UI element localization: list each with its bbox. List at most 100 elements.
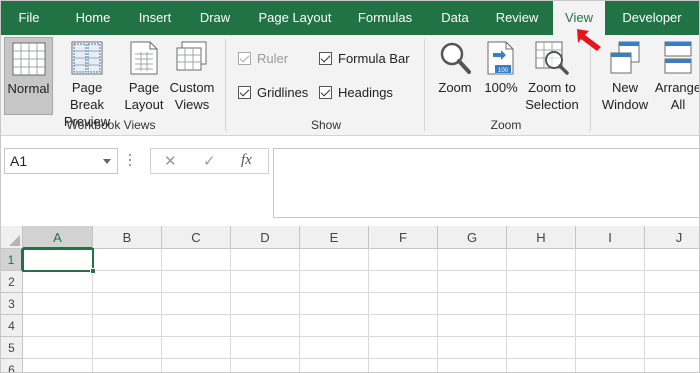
column-header[interactable]: I [576, 226, 645, 249]
cell[interactable] [23, 271, 93, 293]
cell[interactable] [231, 293, 300, 315]
page-layout-view-button[interactable]: Page Layout [121, 37, 167, 115]
cell[interactable] [645, 337, 699, 359]
cell[interactable] [576, 293, 645, 315]
cell[interactable] [369, 249, 438, 271]
formula-bar-checkbox[interactable]: Formula Bar [319, 50, 419, 68]
cell[interactable] [300, 271, 369, 293]
column-header[interactable]: E [300, 226, 369, 249]
row-header[interactable]: 2 [1, 271, 23, 293]
cancel-icon[interactable]: ✕ [164, 152, 177, 170]
insert-function-icon[interactable]: fx [241, 152, 252, 169]
cell[interactable] [507, 359, 576, 372]
formula-input[interactable] [273, 148, 699, 218]
normal-view-button[interactable]: Normal [4, 37, 53, 115]
cell[interactable] [645, 293, 699, 315]
tab-page-layout[interactable]: Page Layout [251, 1, 339, 35]
cell[interactable] [162, 271, 231, 293]
cell[interactable] [93, 293, 162, 315]
column-header[interactable]: F [369, 226, 438, 249]
row-header[interactable]: 3 [1, 293, 23, 315]
cell[interactable] [507, 249, 576, 271]
cell[interactable] [23, 359, 93, 372]
cell[interactable] [645, 315, 699, 337]
cell[interactable] [507, 293, 576, 315]
fill-handle[interactable] [90, 268, 96, 274]
row-header[interactable]: 4 [1, 315, 23, 337]
ruler-checkbox[interactable]: Ruler [238, 50, 308, 68]
zoom-100-button[interactable]: 100 100% [481, 37, 521, 115]
cell[interactable] [576, 359, 645, 372]
column-header[interactable]: H [507, 226, 576, 249]
column-header[interactable]: A [23, 226, 93, 249]
tab-draw[interactable]: Draw [191, 1, 239, 35]
cell[interactable] [231, 249, 300, 271]
cell[interactable] [300, 293, 369, 315]
cell[interactable] [438, 249, 507, 271]
cell[interactable] [93, 337, 162, 359]
cell[interactable] [23, 293, 93, 315]
cell[interactable] [23, 315, 93, 337]
cell[interactable] [438, 337, 507, 359]
custom-views-button[interactable]: Custom Views [167, 37, 217, 115]
cell[interactable] [300, 359, 369, 372]
cell[interactable] [162, 293, 231, 315]
cell[interactable] [300, 337, 369, 359]
tab-formulas[interactable]: Formulas [349, 1, 421, 35]
active-cell-a1[interactable] [22, 248, 94, 272]
cell[interactable] [645, 271, 699, 293]
zoom-button[interactable]: Zoom [433, 37, 477, 115]
cell[interactable] [162, 315, 231, 337]
tab-review[interactable]: Review [489, 1, 545, 35]
cell[interactable] [576, 315, 645, 337]
cell[interactable] [438, 315, 507, 337]
cell[interactable] [645, 359, 699, 372]
column-header[interactable]: D [231, 226, 300, 249]
cell[interactable] [93, 359, 162, 372]
tab-file[interactable]: File [11, 1, 47, 35]
cell[interactable] [576, 271, 645, 293]
name-box[interactable]: A1 [4, 148, 118, 174]
cell[interactable] [231, 359, 300, 372]
cell[interactable] [369, 337, 438, 359]
tab-data[interactable]: Data [433, 1, 477, 35]
cell[interactable] [438, 271, 507, 293]
cell[interactable] [369, 293, 438, 315]
tab-home[interactable]: Home [65, 1, 121, 35]
cell[interactable] [438, 293, 507, 315]
column-header[interactable]: C [162, 226, 231, 249]
cell[interactable] [93, 249, 162, 271]
cell[interactable] [162, 337, 231, 359]
cell[interactable] [300, 249, 369, 271]
enter-icon[interactable]: ✓ [203, 152, 216, 170]
cell[interactable] [576, 249, 645, 271]
cell[interactable] [162, 249, 231, 271]
cell[interactable] [231, 337, 300, 359]
cell[interactable] [507, 271, 576, 293]
cell[interactable] [369, 271, 438, 293]
cell[interactable] [369, 359, 438, 372]
arrange-all-button[interactable]: Arrange All [653, 37, 699, 115]
tab-insert[interactable]: Insert [129, 1, 181, 35]
resize-handle-icon[interactable] [129, 154, 132, 168]
page-break-preview-button[interactable]: Page Break Preview [54, 37, 120, 129]
cell[interactable] [300, 315, 369, 337]
cell[interactable] [93, 315, 162, 337]
cell[interactable] [369, 315, 438, 337]
new-window-button[interactable]: New Window [597, 37, 653, 115]
cell[interactable] [438, 359, 507, 372]
cell[interactable] [93, 271, 162, 293]
chevron-down-icon[interactable] [103, 159, 111, 164]
column-header[interactable]: J [645, 226, 699, 249]
cell[interactable] [231, 271, 300, 293]
cell[interactable] [507, 337, 576, 359]
cell[interactable] [576, 337, 645, 359]
headings-checkbox[interactable]: Headings [319, 84, 409, 102]
column-header[interactable]: G [438, 226, 507, 249]
cell[interactable] [162, 359, 231, 372]
zoom-to-selection-button[interactable]: Zoom to Selection [522, 37, 582, 115]
select-all-corner[interactable] [1, 226, 23, 249]
cell[interactable] [507, 315, 576, 337]
gridlines-checkbox[interactable]: Gridlines [238, 84, 318, 102]
cell[interactable] [231, 315, 300, 337]
